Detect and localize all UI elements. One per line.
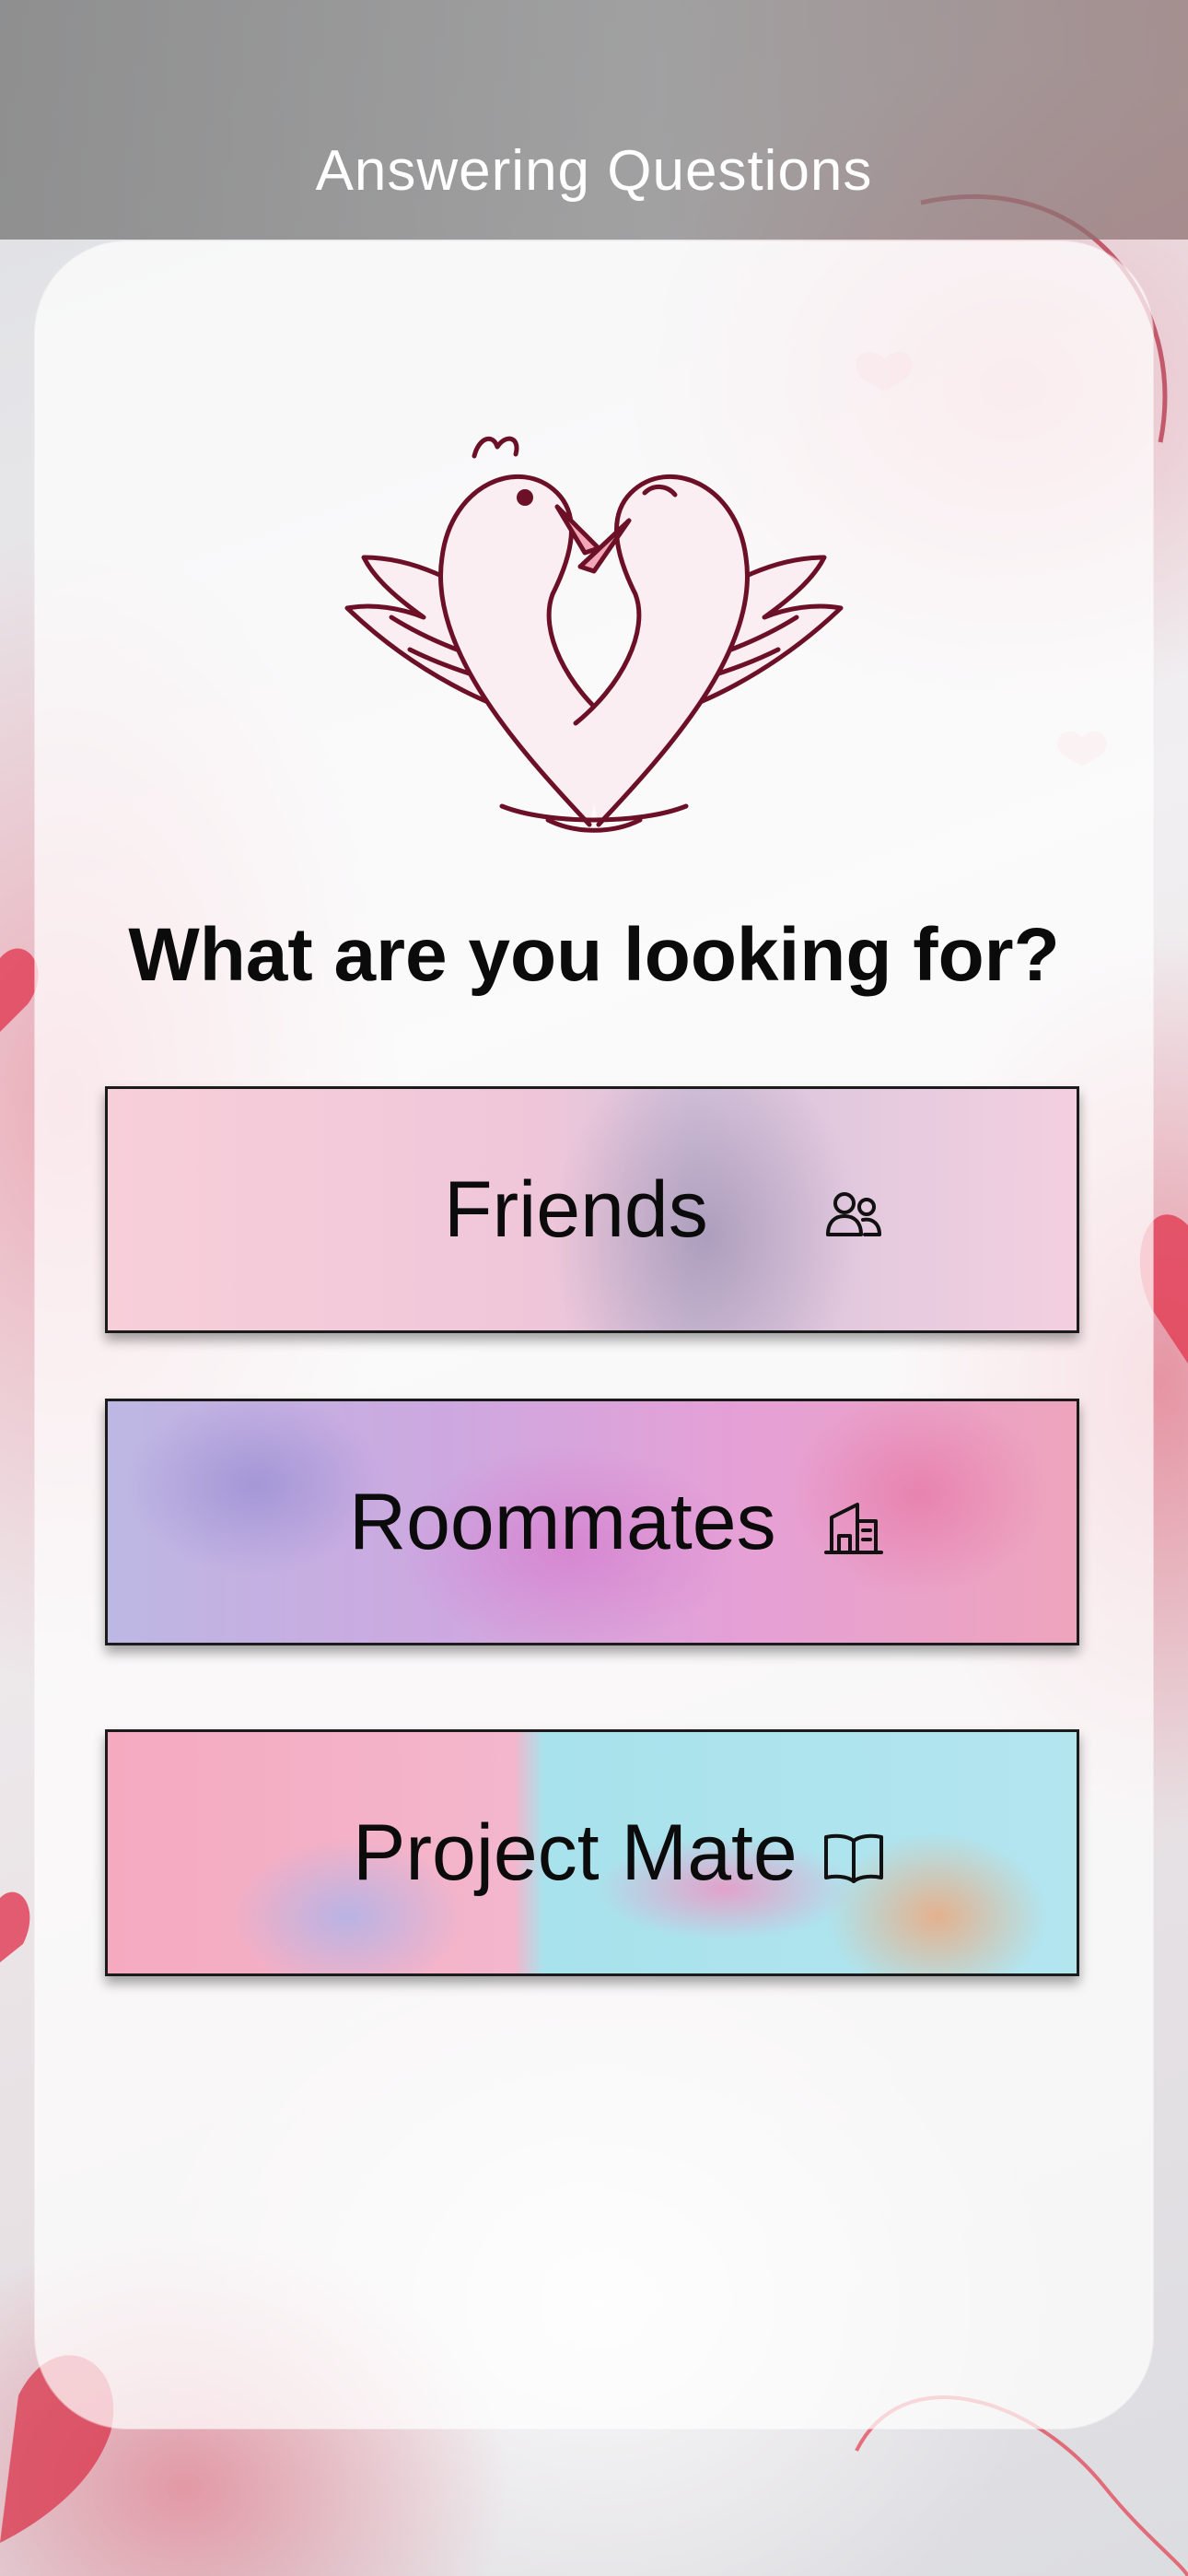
roommates-option-label: Roommates — [349, 1477, 776, 1566]
friends-option-button[interactable]: Friends — [105, 1086, 1079, 1333]
swan-heart-logo-icon — [344, 436, 844, 833]
header-bar: Answering Questions — [0, 0, 1188, 240]
project-mate-option-button[interactable]: Project Mate — [105, 1729, 1079, 1976]
book-icon — [824, 1833, 883, 1883]
buildings-icon — [824, 1503, 883, 1554]
page-title: Answering Questions — [315, 139, 873, 203]
project-mate-option-label: Project Mate — [353, 1808, 798, 1897]
question-heading: What are you looking for? — [128, 913, 1060, 997]
friends-option-label: Friends — [444, 1165, 708, 1254]
people-icon — [826, 1192, 881, 1236]
roommates-option-button[interactable]: Roommates — [105, 1399, 1079, 1645]
